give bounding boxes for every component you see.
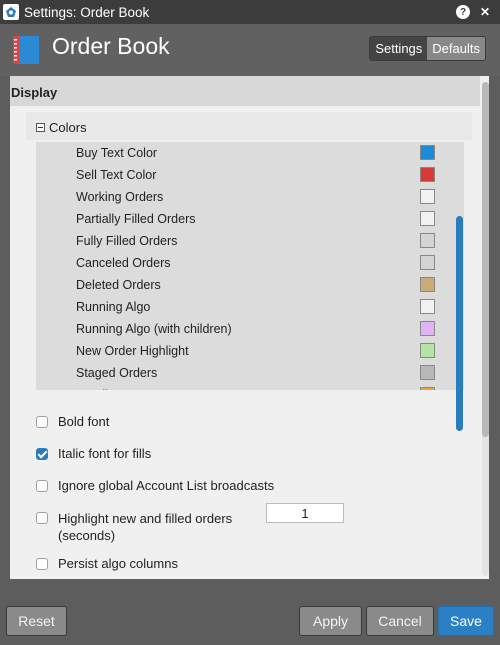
color-swatch[interactable]	[420, 277, 435, 292]
settings-defaults-toggle: Settings Defaults	[369, 36, 486, 61]
apply-button[interactable]: Apply	[299, 606, 362, 636]
collapse-icon[interactable]	[36, 123, 45, 132]
color-row[interactable]: Buy Text Color	[36, 142, 464, 164]
checkbox-ignore-broadcasts[interactable]	[36, 480, 48, 492]
option-label: Ignore global Account List broadcasts	[58, 478, 275, 493]
header: Order Book Settings Defaults	[0, 24, 500, 76]
color-row[interactable]: Canceled Orders	[36, 252, 464, 274]
title-bar: Settings: Order Book ? ✕	[0, 0, 500, 24]
footer: Reset Apply Cancel Save	[0, 579, 500, 645]
option-highlight-orders[interactable]: Highlight new and filled orders (seconds…	[36, 510, 232, 544]
color-swatch[interactable]	[420, 255, 435, 270]
option-label: Bold font	[58, 414, 110, 429]
color-row-label: New Order Highlight	[76, 344, 189, 358]
color-row[interactable]: Working Orders	[36, 186, 464, 208]
color-swatch[interactable]	[420, 211, 435, 226]
color-row-label: Partially Filled Orders	[76, 212, 196, 226]
app-logo-icon	[3, 4, 19, 20]
colors-group-header[interactable]: Colors	[36, 120, 87, 135]
option-persist-algo[interactable]: Persist algo columns	[36, 556, 178, 571]
checkbox-highlight-orders[interactable]	[36, 512, 48, 524]
color-swatch[interactable]	[420, 189, 435, 204]
page-title: Order Book	[52, 33, 170, 59]
color-row[interactable]: Running Algo (with children)	[36, 318, 464, 340]
color-row[interactable]: Deleted Orders	[36, 274, 464, 296]
section-title-display: Display	[10, 76, 480, 106]
option-italic-fills[interactable]: Italic font for fills	[36, 446, 151, 461]
panel-scrollbar-thumb[interactable]	[482, 82, 489, 437]
window-title: Settings: Order Book	[24, 4, 150, 20]
color-row[interactable]: New Order Highlight	[36, 340, 464, 362]
reset-button[interactable]: Reset	[6, 606, 67, 636]
color-swatch[interactable]	[420, 387, 435, 390]
color-row[interactable]: Running Algo	[36, 296, 464, 318]
color-swatch[interactable]	[420, 167, 435, 182]
checkbox-bold-font[interactable]	[36, 416, 48, 428]
color-row-label: Sell Text Color	[76, 168, 157, 182]
settings-panel: Display Colors Buy Text Color Sell Text C…	[10, 76, 489, 579]
color-row[interactable]: Pending Buy	[36, 384, 464, 390]
color-row[interactable]: Fully Filled Orders	[36, 230, 464, 252]
color-row-label: Buy Text Color	[76, 146, 158, 160]
color-row-label: Deleted Orders	[76, 278, 161, 292]
color-swatch[interactable]	[420, 145, 435, 160]
order-book-icon	[13, 36, 39, 64]
color-swatch[interactable]	[420, 233, 435, 248]
option-label: Persist algo columns	[58, 556, 178, 571]
color-row[interactable]: Sell Text Color	[36, 164, 464, 186]
tab-settings[interactable]: Settings	[370, 37, 428, 60]
colors-group	[26, 112, 472, 140]
close-icon[interactable]: ✕	[478, 5, 492, 19]
color-list: Buy Text Color Sell Text Color Working Ord…	[36, 142, 464, 390]
color-row-label: Pending Buy	[76, 388, 147, 390]
color-swatch[interactable]	[420, 365, 435, 380]
option-label: Highlight new and filled orders (seconds…	[58, 511, 233, 543]
color-row-label: Working Orders	[76, 190, 164, 204]
option-bold-font[interactable]: Bold font	[36, 414, 109, 429]
color-row[interactable]: Partially Filled Orders	[36, 208, 464, 230]
color-swatch[interactable]	[420, 321, 435, 336]
color-row-label: Canceled Orders	[76, 256, 171, 270]
option-label: Italic font for fills	[58, 446, 152, 461]
color-row-label: Running Algo (with children)	[76, 322, 232, 336]
tab-defaults[interactable]: Defaults	[427, 37, 485, 60]
help-icon[interactable]: ?	[456, 5, 470, 19]
color-swatch[interactable]	[420, 343, 435, 358]
color-swatch[interactable]	[420, 299, 435, 314]
color-row-label: Staged Orders	[76, 366, 158, 380]
highlight-seconds-input[interactable]	[266, 503, 344, 523]
color-row-label: Fully Filled Orders	[76, 234, 178, 248]
cancel-button[interactable]: Cancel	[366, 606, 434, 636]
color-row-label: Running Algo	[76, 300, 151, 314]
checkbox-persist-algo[interactable]	[36, 558, 48, 570]
checkbox-italic-fills[interactable]	[36, 448, 48, 460]
save-button[interactable]: Save	[438, 606, 494, 636]
colors-group-label: Colors	[49, 120, 87, 135]
option-ignore-broadcasts[interactable]: Ignore global Account List broadcasts	[36, 478, 274, 493]
color-row[interactable]: Staged Orders	[36, 362, 464, 384]
color-list-scrollbar-thumb[interactable]	[456, 216, 463, 431]
